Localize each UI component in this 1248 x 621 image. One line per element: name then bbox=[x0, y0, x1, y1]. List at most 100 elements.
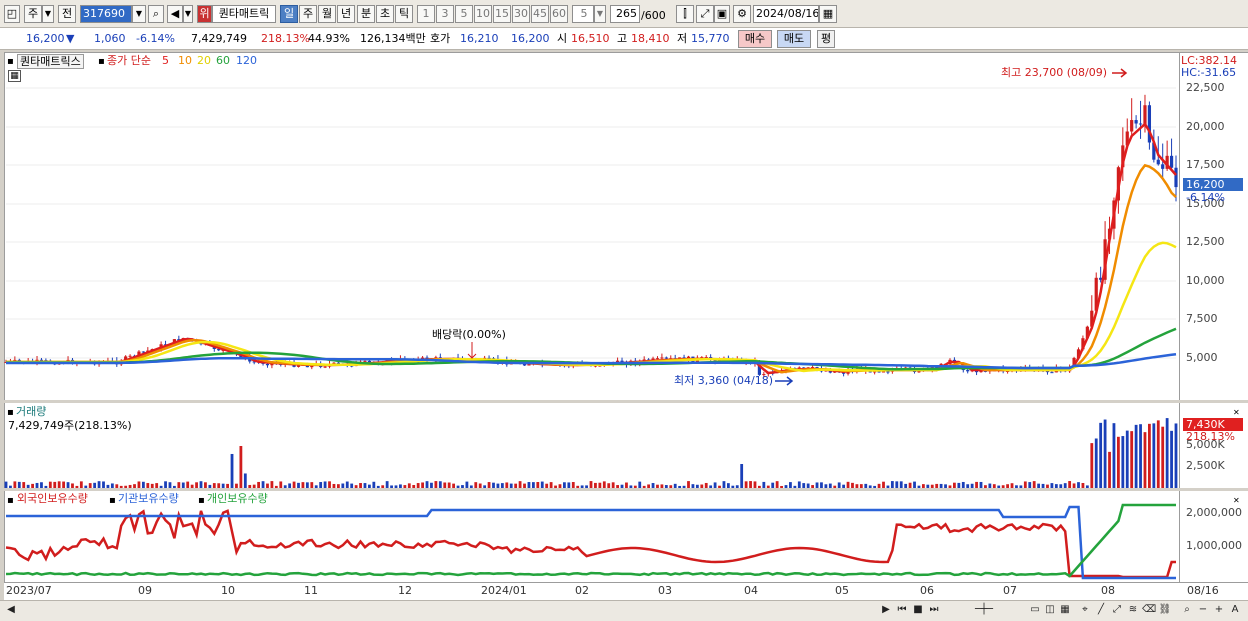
panel-divider[interactable] bbox=[4, 400, 1248, 403]
x-end-label: 08/16 bbox=[1187, 584, 1219, 597]
volume-bar bbox=[1174, 423, 1178, 488]
panel-divider[interactable] bbox=[4, 488, 1248, 491]
rewind-icon[interactable]: ⏮ bbox=[895, 603, 909, 617]
table-icon[interactable]: ▦ bbox=[8, 70, 21, 82]
volume-bar bbox=[722, 481, 726, 488]
volume-bar bbox=[1032, 481, 1036, 488]
line-tool-icon[interactable]: ╱ bbox=[1094, 603, 1108, 617]
candle-body bbox=[664, 357, 668, 359]
volume-bar bbox=[261, 481, 265, 488]
volume-bar bbox=[199, 481, 203, 488]
volume-bar bbox=[1165, 418, 1169, 488]
x-axis bbox=[4, 582, 1248, 600]
volume-bar bbox=[775, 481, 779, 488]
volume-bar bbox=[434, 481, 438, 488]
stop-icon[interactable]: ■ bbox=[911, 603, 925, 617]
price-ytick: 12,500 bbox=[1186, 235, 1225, 248]
chart-canvas[interactable] bbox=[0, 0, 1248, 621]
volume-bar bbox=[1094, 438, 1098, 488]
volume-bar bbox=[57, 481, 61, 488]
volume-panel-title: 거래량 bbox=[16, 405, 47, 418]
zoom-slider[interactable]: ─┼─ bbox=[952, 603, 1016, 617]
candle-body bbox=[1169, 155, 1174, 168]
layout-icon[interactable]: ▦ bbox=[1058, 603, 1072, 617]
crosshair-icon[interactable]: ⌖ bbox=[1078, 603, 1092, 617]
scroll-left-icon[interactable]: ◀ bbox=[4, 603, 18, 617]
dividend-note: 배당락(0.00%) bbox=[432, 328, 506, 341]
volume-bar bbox=[438, 481, 442, 488]
ma-period-60: 60 bbox=[216, 54, 230, 67]
price-ytick: 17,500 bbox=[1186, 158, 1225, 171]
candle-body bbox=[655, 358, 660, 360]
volume-bar bbox=[1108, 451, 1111, 488]
panel-menu-icon[interactable]: ▪ bbox=[198, 494, 205, 507]
volume-bar bbox=[1139, 424, 1142, 488]
volume-bar bbox=[890, 481, 894, 488]
volume-bar bbox=[1134, 424, 1138, 488]
x-tick: 08 bbox=[1101, 584, 1115, 597]
price-ytick: 22,500 bbox=[1186, 81, 1225, 94]
volume-bar bbox=[164, 481, 167, 488]
volume-bar bbox=[425, 481, 429, 488]
zoom-out-icon[interactable]: − bbox=[1196, 603, 1210, 617]
ma-menu-icon[interactable]: ▪ bbox=[98, 55, 105, 68]
candle-body bbox=[1134, 120, 1138, 124]
price-ytick: 20,000 bbox=[1186, 120, 1225, 133]
x-tick: 09 bbox=[138, 584, 152, 597]
dividend-marker bbox=[467, 342, 477, 359]
volume-bar bbox=[1068, 481, 1072, 488]
candle-body bbox=[1050, 372, 1054, 374]
volume-bar bbox=[79, 481, 83, 488]
low-note: 최저 3,360 (04/18) bbox=[674, 374, 774, 387]
candle-body bbox=[1130, 120, 1134, 132]
volume-bar bbox=[385, 481, 389, 488]
draw-tool-icon[interactable]: ⤢ bbox=[1110, 603, 1124, 617]
volume-bar bbox=[749, 481, 752, 488]
candle-body bbox=[1143, 105, 1147, 125]
layout-icon[interactable]: ▭ bbox=[1028, 603, 1042, 617]
current-price-pct: -6.14% bbox=[1186, 191, 1225, 204]
volume-bar bbox=[1130, 431, 1134, 488]
x-tick: 10 bbox=[221, 584, 235, 597]
search-icon[interactable]: ⌕ bbox=[1180, 603, 1194, 617]
moving-average-line bbox=[6, 241, 1177, 373]
x-tick: 2024/01 bbox=[481, 584, 527, 597]
ma-period-20: 20 bbox=[197, 54, 211, 67]
panel-menu-icon[interactable]: ▪ bbox=[7, 406, 14, 419]
volume-bar bbox=[518, 481, 522, 488]
link-icon[interactable]: ⛓ bbox=[1158, 603, 1172, 617]
panel-menu-icon[interactable]: ▪ bbox=[109, 494, 116, 507]
volume-bar bbox=[97, 481, 101, 488]
candle-body bbox=[1174, 167, 1178, 188]
legend-foreign: 외국인보유수량 bbox=[17, 492, 88, 505]
high-marker-arrow bbox=[1112, 68, 1128, 78]
stock-name-tag[interactable]: 퀀타매트릭스 bbox=[17, 54, 84, 69]
scroll-right-icon[interactable]: ▶ bbox=[879, 603, 893, 617]
hc-value: HC:-31.65 bbox=[1181, 66, 1237, 79]
volume-bar bbox=[270, 481, 274, 488]
fast-forward-icon[interactable]: ⏭ bbox=[927, 603, 941, 617]
candle-body bbox=[1156, 159, 1160, 165]
volume-bar bbox=[328, 481, 331, 488]
candle-body bbox=[128, 355, 132, 357]
volume-bar bbox=[1090, 443, 1094, 488]
x-tick: 06 bbox=[920, 584, 934, 597]
auto-scale-icon[interactable]: A bbox=[1228, 603, 1242, 617]
candle-body bbox=[323, 366, 327, 368]
candle-body bbox=[39, 359, 44, 361]
fibonacci-icon[interactable]: ≋ bbox=[1126, 603, 1140, 617]
volume-bar bbox=[589, 481, 593, 488]
volume-bar bbox=[1152, 423, 1156, 488]
volume-bar bbox=[230, 453, 234, 488]
erase-icon[interactable]: ⌫ bbox=[1142, 603, 1156, 617]
high-note: 최고 23,700 (08/09) bbox=[1001, 66, 1108, 79]
zoom-in-icon[interactable]: + bbox=[1212, 603, 1226, 617]
panel-menu-icon[interactable]: ▪ bbox=[7, 55, 14, 68]
volume-bar bbox=[1116, 436, 1120, 488]
volume-bar bbox=[1148, 423, 1151, 488]
layout-icon[interactable]: ◫ bbox=[1043, 603, 1057, 617]
volume-bar bbox=[899, 481, 903, 488]
panel-menu-icon[interactable]: ▪ bbox=[7, 494, 14, 507]
low-marker-arrow bbox=[775, 376, 794, 386]
candle-body bbox=[886, 371, 890, 373]
